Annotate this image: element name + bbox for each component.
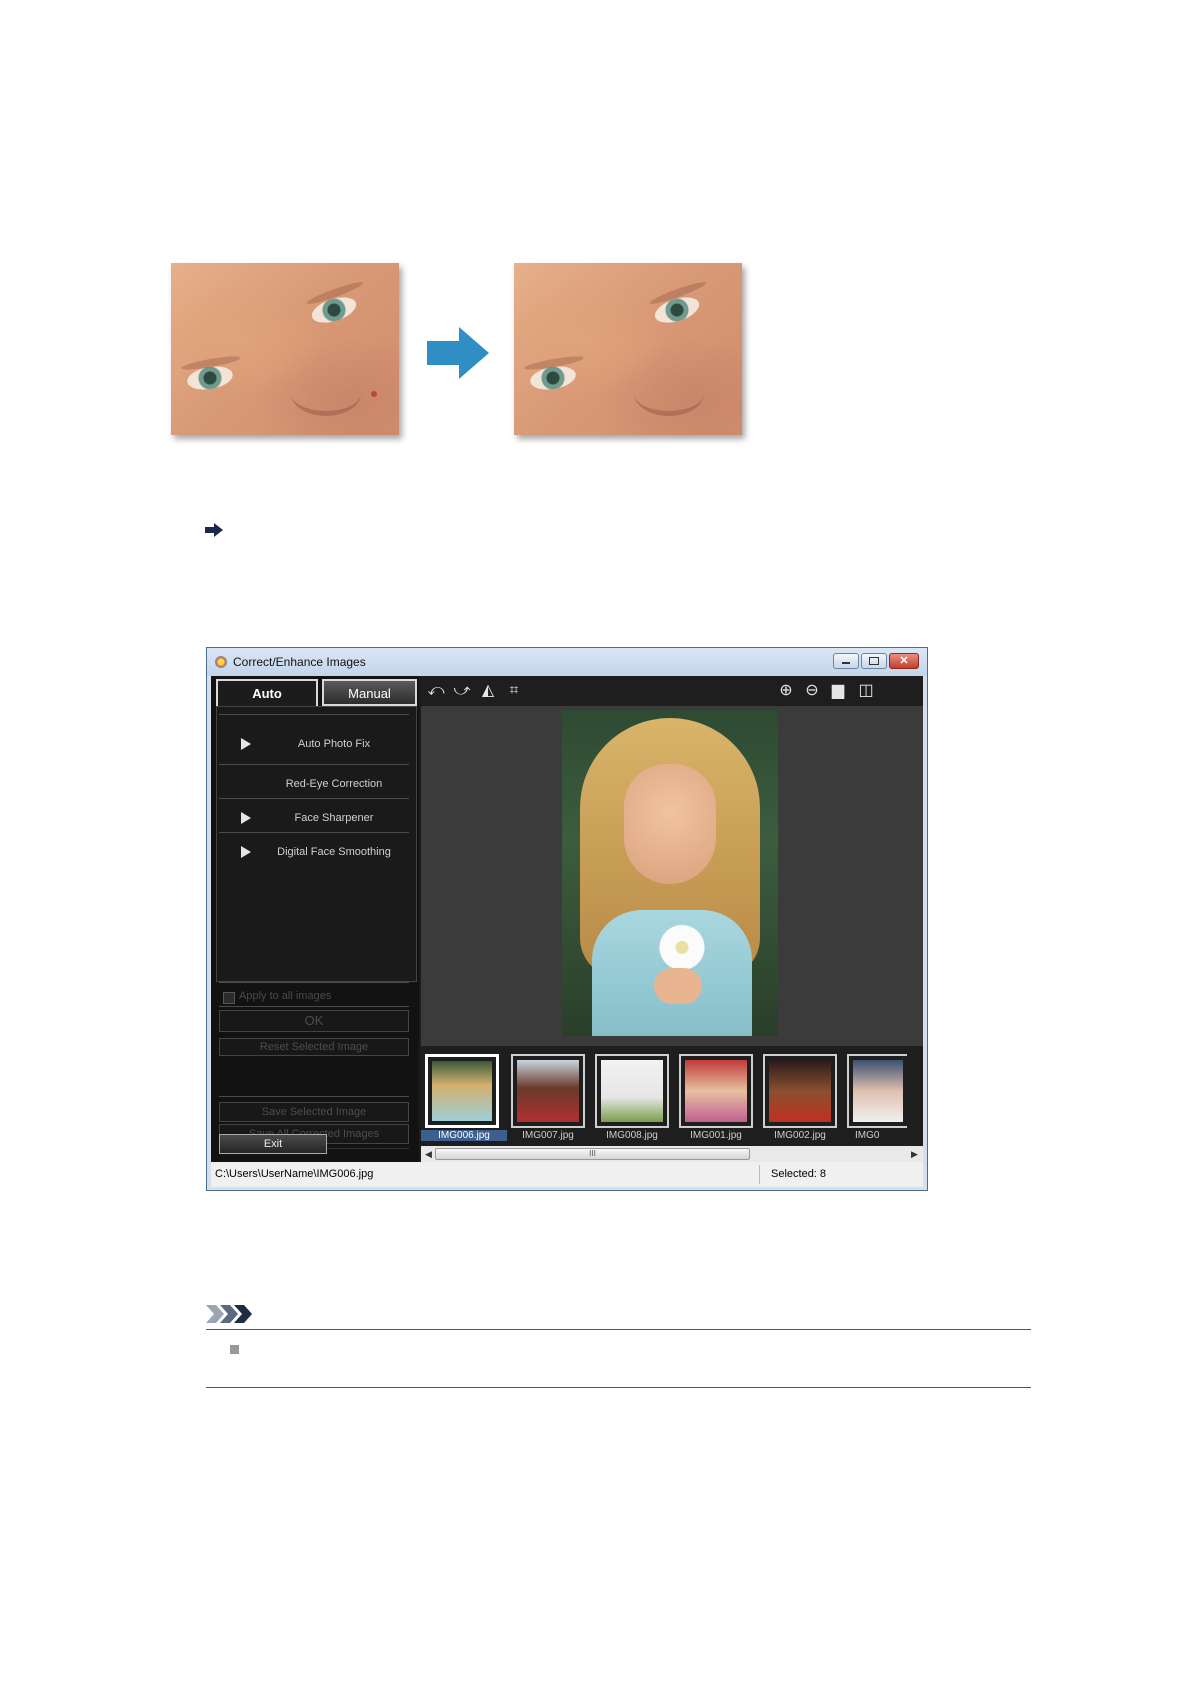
minimize-icon xyxy=(842,662,850,664)
face-sharpener-item[interactable]: Face Sharpener xyxy=(219,804,409,834)
ok-button[interactable]: OK xyxy=(219,1010,409,1032)
horizontal-scrollbar[interactable]: ◀ III ▶ xyxy=(421,1146,923,1162)
divider xyxy=(219,832,409,833)
window-title: Correct/Enhance Images xyxy=(233,655,366,669)
thumbnail-label: IMG002.jpg xyxy=(774,1130,826,1141)
crop-icon[interactable]: ⌗ xyxy=(505,682,523,700)
file-path: C:\Users\UserName\IMG006.jpg xyxy=(215,1168,374,1180)
close-button[interactable]: ✕ xyxy=(889,653,919,669)
note-bottom-rule xyxy=(206,1387,1031,1388)
thumbnail-label: IMG0 xyxy=(855,1130,880,1141)
maximize-icon xyxy=(869,657,879,665)
expand-arrow-icon xyxy=(241,846,251,858)
thumbnail[interactable] xyxy=(511,1054,585,1128)
menu-item-label: Auto Photo Fix xyxy=(297,738,371,750)
divider xyxy=(219,798,409,799)
compare-icon[interactable]: ◫ xyxy=(857,682,875,700)
exit-button[interactable]: Exit xyxy=(219,1134,327,1154)
app-icon xyxy=(215,656,227,668)
red-eye-correction-item[interactable]: Red-Eye Correction xyxy=(219,770,409,800)
zoom-in-icon[interactable]: ⊕ xyxy=(777,682,795,700)
divider xyxy=(219,764,409,765)
apply-all-checkbox[interactable] xyxy=(223,992,235,1004)
status-bar: C:\Users\UserName\IMG006.jpg Selected: 8 xyxy=(211,1162,923,1187)
menu-item-label: Digital Face Smoothing xyxy=(277,846,391,858)
scroll-left-icon[interactable]: ◀ xyxy=(425,1149,432,1160)
thumbnail-strip: IMG006.jpg IMG007.jpg IMG008.jpg IMG001.… xyxy=(421,1046,923,1146)
digital-face-smoothing-item[interactable]: Digital Face Smoothing xyxy=(219,838,409,868)
after-photo xyxy=(514,263,742,435)
close-icon: ✕ xyxy=(899,655,909,667)
scrollbar-thumb[interactable]: III xyxy=(435,1148,750,1160)
thumbnail-label: IMG008.jpg xyxy=(606,1130,658,1141)
full-screen-icon[interactable]: ▆ xyxy=(829,682,847,700)
menu-item-label: Red-Eye Correction xyxy=(285,778,383,790)
thumbnail-label: IMG001.jpg xyxy=(690,1130,742,1141)
note-icon xyxy=(206,1305,252,1323)
link-arrow-icon[interactable] xyxy=(205,523,223,537)
auto-photo-fix-item[interactable]: Auto Photo Fix xyxy=(219,730,409,760)
thumbnail[interactable] xyxy=(847,1054,907,1128)
title-bar[interactable]: Correct/Enhance Images ✕ xyxy=(207,648,927,676)
expand-arrow-icon xyxy=(241,738,251,750)
correct-enhance-window: Correct/Enhance Images ✕ Auto Manual Aut… xyxy=(206,647,928,1191)
tab-manual[interactable]: Manual xyxy=(322,679,417,706)
toolbar: ⤺ ⤻ ◭ ⌗ ⊕ ⊖ ▆ ◫ xyxy=(421,676,923,706)
right-arrow-icon xyxy=(427,327,489,379)
divider xyxy=(219,714,409,715)
divider xyxy=(219,1006,409,1007)
scroll-grip: III xyxy=(589,1149,596,1158)
thumbnail[interactable] xyxy=(595,1054,669,1128)
reset-selected-image-button[interactable]: Reset Selected Image xyxy=(219,1038,409,1056)
right-panel: ⤺ ⤻ ◭ ⌗ ⊕ ⊖ ▆ ◫ IMG006.jpg IMG007.jpg IM… xyxy=(421,676,923,1162)
window-client: Auto Manual Auto Photo Fix Red-Eye Corre… xyxy=(211,676,923,1162)
preview-photo xyxy=(562,710,778,1036)
save-selected-image-button[interactable]: Save Selected Image xyxy=(219,1102,409,1122)
rotate-left-icon[interactable]: ⤺ xyxy=(427,682,445,700)
apply-all-label: Apply to all images xyxy=(239,990,332,1002)
tab-auto[interactable]: Auto xyxy=(216,679,318,706)
thumbnail[interactable] xyxy=(763,1054,837,1128)
thumbnail-label: IMG007.jpg xyxy=(522,1130,574,1141)
thumbnail-label: IMG006.jpg xyxy=(421,1130,507,1141)
minimize-button[interactable] xyxy=(833,653,859,669)
rotate-right-icon[interactable]: ⤻ xyxy=(453,682,471,700)
thumbnail[interactable] xyxy=(425,1054,499,1128)
zoom-out-icon[interactable]: ⊖ xyxy=(803,682,821,700)
menu-item-label: Face Sharpener xyxy=(294,812,374,824)
divider xyxy=(219,982,409,983)
left-panel: Auto Manual Auto Photo Fix Red-Eye Corre… xyxy=(211,676,419,1162)
thumbnail[interactable] xyxy=(679,1054,753,1128)
expand-arrow-icon xyxy=(241,812,251,824)
preview-area xyxy=(421,706,923,1046)
maximize-button[interactable] xyxy=(861,653,887,669)
note-top-rule xyxy=(206,1329,1031,1330)
scroll-right-icon[interactable]: ▶ xyxy=(911,1149,918,1160)
flip-icon[interactable]: ◭ xyxy=(479,682,497,700)
blemish-spot xyxy=(371,391,377,397)
divider xyxy=(219,1096,409,1097)
selected-count: Selected: 8 xyxy=(771,1168,827,1180)
note-bullet xyxy=(230,1345,239,1354)
before-photo xyxy=(171,263,399,435)
